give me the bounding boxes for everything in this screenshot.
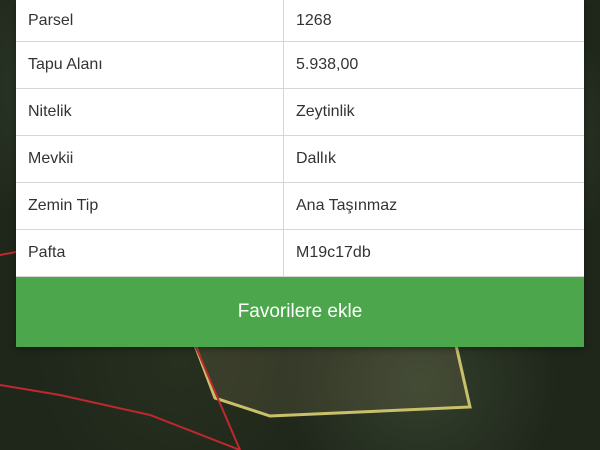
row-label: Nitelik (16, 89, 284, 135)
boundary-line (0, 384, 241, 450)
row-value: Zeytinlik (296, 103, 355, 120)
info-row-mevkii: Mevkii Dallık (16, 136, 584, 183)
row-value: 5.938,00 (296, 56, 359, 73)
parcel-outline[interactable] (192, 343, 472, 418)
row-value: Dallık (296, 150, 337, 167)
info-row-parsel: Parsel 1268 (16, 0, 584, 42)
info-row-tapu-alani: Tapu Alanı 5.938,00 (16, 42, 584, 89)
row-label: Mevkii (16, 136, 284, 182)
row-label: Zemin Tip (16, 183, 284, 229)
row-value: M19c17db (296, 244, 371, 261)
row-label: Parsel (16, 0, 284, 41)
row-value: 1268 (296, 11, 332, 29)
info-row-pafta: Pafta M19c17db (16, 230, 584, 277)
row-label: Pafta (16, 230, 284, 276)
row-label: Tapu Alanı (16, 42, 284, 88)
boundary-line (0, 251, 17, 256)
parcel-info-panel: Parsel 1268 Tapu Alanı 5.938,00 Nitelik … (16, 0, 584, 347)
add-to-favorites-button[interactable]: Favorilere ekle (16, 277, 584, 347)
info-row-nitelik: Nitelik Zeytinlik (16, 89, 584, 136)
row-value: Ana Taşınmaz (296, 197, 398, 214)
info-row-zemin-tip: Zemin Tip Ana Taşınmaz (16, 183, 584, 230)
